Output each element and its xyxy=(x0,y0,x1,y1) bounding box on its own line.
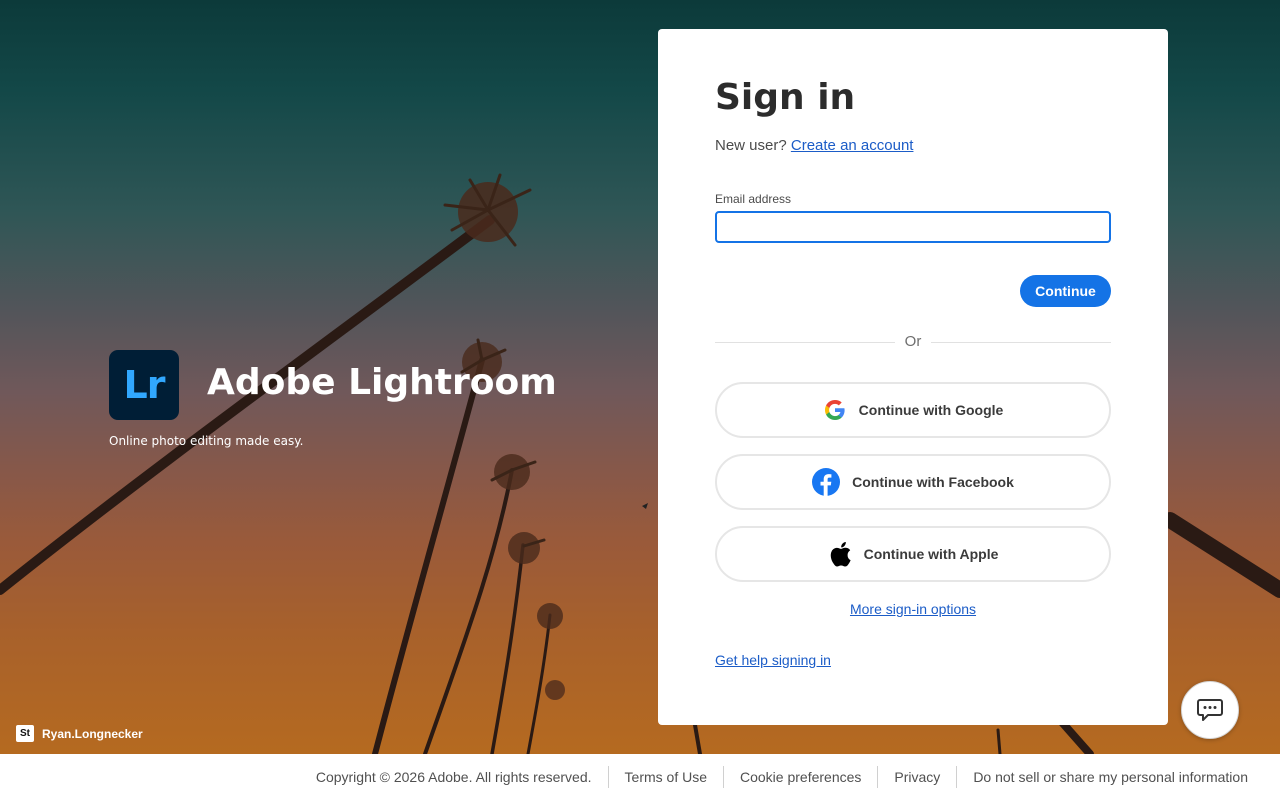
google-signin-button[interactable]: Continue with Google xyxy=(715,382,1111,438)
create-account-link[interactable]: Create an account xyxy=(791,137,914,154)
product-tagline: Online photo editing made easy. xyxy=(109,434,304,448)
google-icon xyxy=(824,400,845,420)
facebook-signin-button[interactable]: Continue with Facebook xyxy=(715,454,1111,510)
cookie-preferences-link[interactable]: Cookie preferences xyxy=(723,766,877,788)
get-help-link[interactable]: Get help signing in xyxy=(715,652,831,668)
apple-signin-button[interactable]: Continue with Apple xyxy=(715,526,1111,582)
new-user-text: New user? xyxy=(715,137,787,154)
lightroom-logo-icon: Lr xyxy=(109,350,179,420)
background-credit: St Ryan.Longnecker xyxy=(16,725,143,742)
google-button-label: Continue with Google xyxy=(858,402,1004,418)
help-row: Get help signing in xyxy=(715,652,831,668)
chat-bubble-icon xyxy=(1197,699,1223,721)
email-label: Email address xyxy=(715,192,792,206)
new-user-row: New user? Create an account xyxy=(715,137,913,154)
signin-card: Sign in New user? Create an account Emai… xyxy=(658,29,1168,725)
adobe-stock-icon: St xyxy=(16,725,34,742)
email-field[interactable] xyxy=(715,211,1111,243)
apple-icon xyxy=(830,542,851,567)
background-credit-name: Ryan.Longnecker xyxy=(42,726,143,741)
facebook-button-label: Continue with Facebook xyxy=(852,474,1014,490)
more-signin-options-link[interactable]: More sign-in options xyxy=(850,601,976,617)
do-not-sell-link[interactable]: Do not sell or share my personal informa… xyxy=(956,766,1248,788)
terms-of-use-link[interactable]: Terms of Use xyxy=(607,766,723,788)
copyright-text: Copyright © 2026 Adobe. All rights reser… xyxy=(315,769,592,785)
more-options-row: More sign-in options xyxy=(658,601,1168,617)
divider-line-left xyxy=(715,342,895,343)
product-name: Adobe Lightroom xyxy=(207,362,557,403)
apple-button-label: Continue with Apple xyxy=(863,546,999,562)
footer: Copyright © 2026 Adobe. All rights reser… xyxy=(0,754,1280,800)
or-divider: Or xyxy=(715,333,1111,350)
chat-button[interactable] xyxy=(1181,681,1239,739)
continue-button[interactable]: Continue xyxy=(1020,275,1111,307)
privacy-link[interactable]: Privacy xyxy=(877,766,956,788)
page-title: Sign in xyxy=(715,77,856,118)
divider-line-right xyxy=(931,342,1111,343)
facebook-icon xyxy=(812,468,841,496)
divider-text: Or xyxy=(904,333,922,350)
